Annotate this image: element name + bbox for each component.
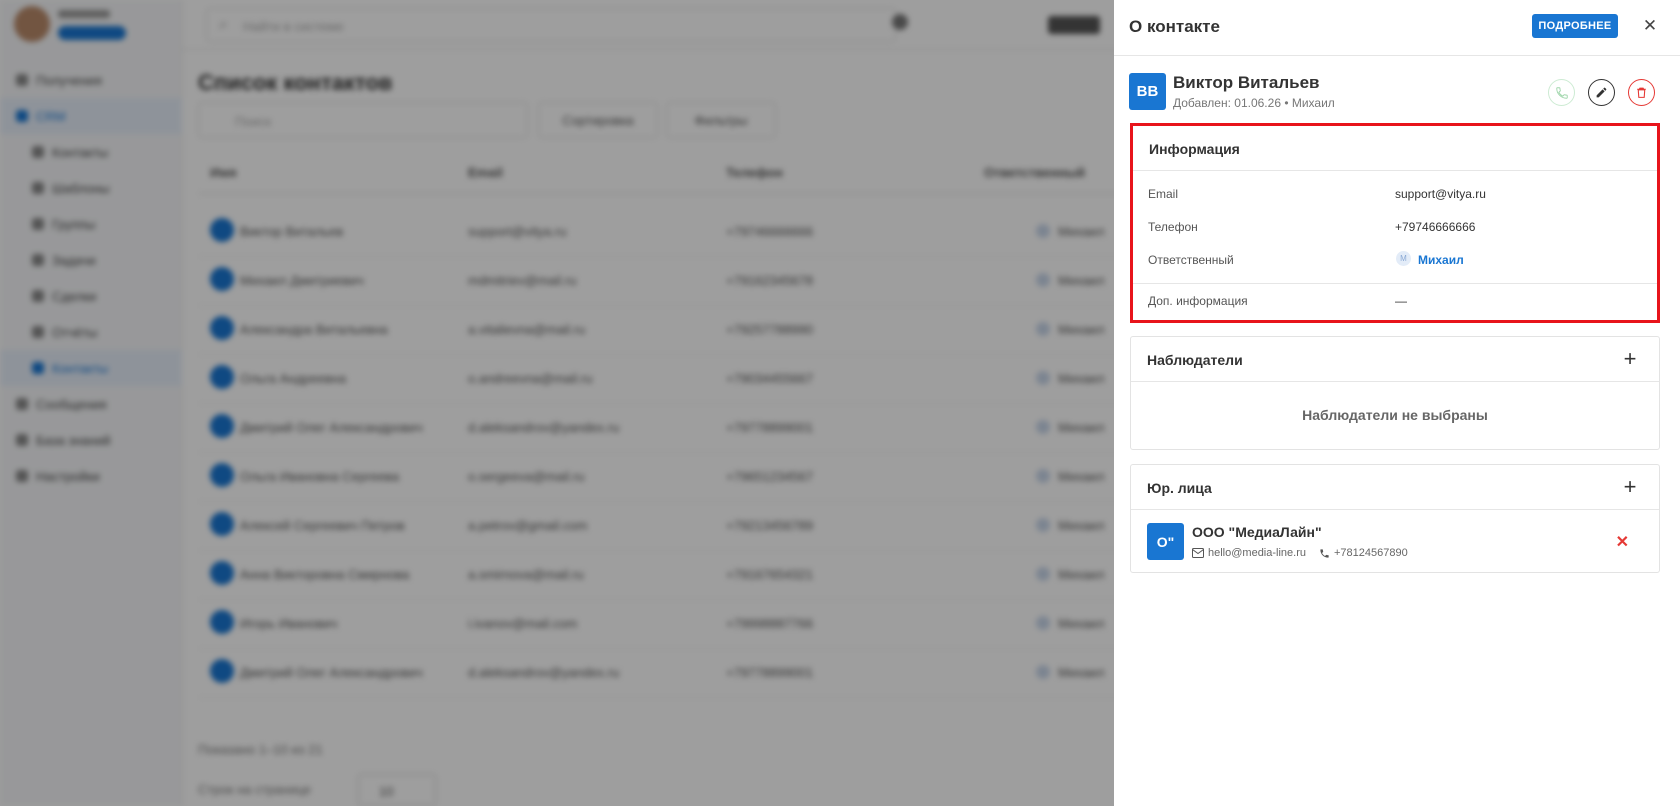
pencil-icon bbox=[1596, 87, 1607, 98]
trash-icon bbox=[1637, 87, 1646, 98]
contact-added-info: Добавлен: 01.06.26 • Михаил bbox=[1173, 96, 1335, 110]
delete-button[interactable] bbox=[1628, 79, 1655, 106]
org-phone: +78124567890 bbox=[1319, 547, 1408, 559]
legal-entities-header: Юр. лица + bbox=[1131, 465, 1659, 510]
info-section-title: Информация bbox=[1149, 141, 1240, 157]
org-avatar: О" bbox=[1147, 523, 1184, 560]
phone-icon bbox=[1555, 86, 1568, 99]
contact-panel: О контакте ПОДРОБНЕЕ ✕ ВВ Виктор Виталье… bbox=[1114, 0, 1680, 806]
info-section-header: Информация bbox=[1133, 126, 1657, 171]
contact-avatar: ВВ bbox=[1129, 73, 1166, 110]
call-button[interactable] bbox=[1548, 79, 1575, 106]
details-button[interactable]: ПОДРОБНЕЕ bbox=[1532, 14, 1618, 38]
org-name[interactable]: ООО "МедиаЛайн" bbox=[1192, 524, 1322, 540]
org-email: hello@media-line.ru bbox=[1192, 547, 1306, 559]
mail-icon bbox=[1192, 548, 1204, 558]
info-row-email: Email support@vitya.ru bbox=[1133, 177, 1657, 211]
org-email-value[interactable]: hello@media-line.ru bbox=[1208, 547, 1306, 559]
contact-name: Виктор Витальев bbox=[1173, 73, 1320, 92]
panel-title: О контакте bbox=[1129, 17, 1220, 36]
observers-title: Наблюдатели bbox=[1147, 352, 1243, 368]
info-label: Ответственный bbox=[1148, 253, 1234, 267]
responsible-link[interactable]: Михаил bbox=[1418, 253, 1464, 267]
info-label: Телефон bbox=[1148, 220, 1198, 234]
legal-entities-title: Юр. лица bbox=[1147, 480, 1212, 496]
info-section: Информация Email support@vitya.ru Телефо… bbox=[1130, 123, 1660, 323]
phone-icon bbox=[1320, 548, 1329, 558]
panel-header: О контакте ПОДРОБНЕЕ ✕ bbox=[1114, 0, 1680, 56]
responsible-avatar: М bbox=[1396, 251, 1411, 266]
edit-button[interactable] bbox=[1588, 79, 1615, 106]
remove-legal-entity-icon[interactable]: ✕ bbox=[1616, 532, 1629, 552]
close-icon[interactable]: ✕ bbox=[1638, 14, 1662, 38]
email-value[interactable]: support@vitya.ru bbox=[1395, 187, 1486, 201]
observers-section-header: Наблюдатели + bbox=[1131, 337, 1659, 382]
info-label: Email bbox=[1148, 187, 1179, 201]
observers-section: Наблюдатели + Наблюдатели не выбраны bbox=[1130, 336, 1660, 450]
add-observer-icon[interactable]: + bbox=[1619, 348, 1641, 370]
info-row-responsible: Ответственный М Михаил bbox=[1133, 243, 1657, 277]
info-row-phone: Телефон +79746666666 bbox=[1133, 210, 1657, 244]
phone-value[interactable]: +79746666666 bbox=[1395, 220, 1475, 234]
extra-info-value: — bbox=[1395, 294, 1407, 308]
add-legal-entity-icon[interactable]: + bbox=[1619, 476, 1641, 498]
info-label: Доп. информация bbox=[1148, 294, 1248, 308]
observers-empty-text: Наблюдатели не выбраны bbox=[1302, 407, 1488, 423]
info-row-extra: Доп. информация — bbox=[1133, 284, 1657, 318]
org-phone-value[interactable]: +78124567890 bbox=[1334, 547, 1408, 559]
legal-entities-section: Юр. лица + О" ООО "МедиаЛайн" hello@medi… bbox=[1130, 464, 1660, 573]
